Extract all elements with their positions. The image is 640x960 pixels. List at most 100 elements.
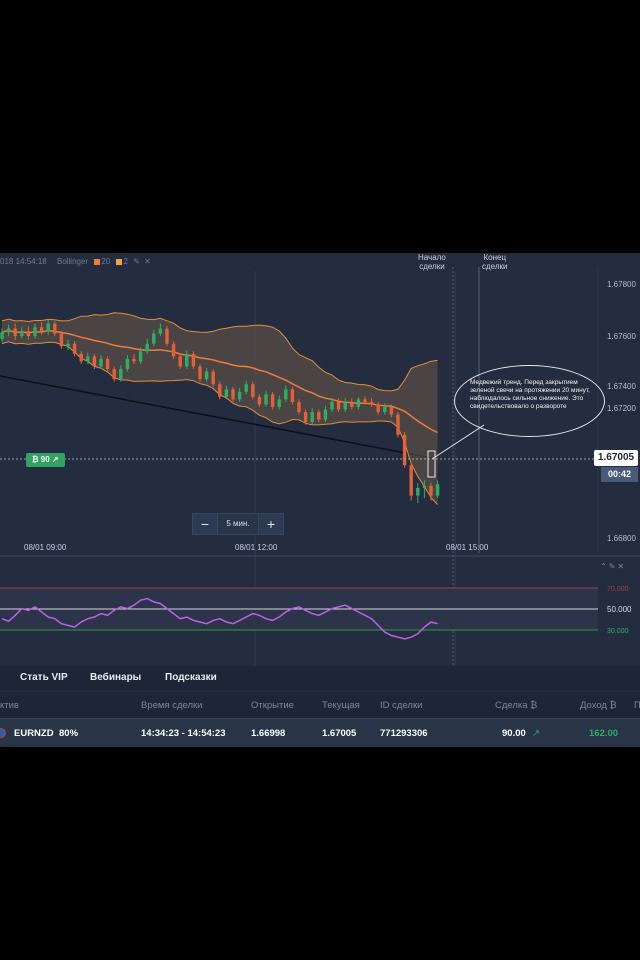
candle <box>165 326 169 347</box>
chevron-up-icon[interactable]: ⌃ <box>600 562 609 571</box>
candle-body <box>105 358 110 370</box>
bottom-tabs: Стать VIP Вебинары Подсказки <box>0 666 640 690</box>
candle-body <box>112 369 116 380</box>
candle-body <box>290 389 295 402</box>
y-tick: 1.67800 <box>607 280 636 289</box>
candle <box>409 462 413 501</box>
tab-vip[interactable]: Стать VIP <box>20 672 68 683</box>
candle-body <box>6 328 11 333</box>
candle-body <box>92 356 97 367</box>
candle-body <box>185 353 189 367</box>
candle-body <box>356 399 361 407</box>
candle <box>251 381 255 400</box>
trades-table-header: ктив Время сделки Открытие Текущая ID сд… <box>0 692 640 718</box>
candle-body <box>26 331 31 337</box>
candle-body <box>66 343 70 347</box>
rsi-lower-label: 30.000 <box>607 628 629 635</box>
candle-body <box>39 327 44 332</box>
table-row[interactable]: EURNZD 80% 14:34:23 - 14:54:23 1.66998 1… <box>0 718 640 747</box>
timeframe-value[interactable]: 5 мин. <box>218 513 258 535</box>
expiry-timer: 00:42 <box>601 467 638 482</box>
candle-body <box>277 399 281 407</box>
candle-body <box>165 328 169 344</box>
candle-body <box>119 369 123 380</box>
candle-body <box>99 358 103 367</box>
candle-body <box>376 404 380 413</box>
row-id: 771293306 <box>380 728 428 739</box>
indicator-period: 20 <box>101 257 111 266</box>
candle <box>270 391 275 410</box>
candle-body <box>152 333 156 344</box>
candle-body <box>138 351 143 362</box>
candle-body <box>125 358 130 370</box>
tab-hints[interactable]: Подсказки <box>165 672 217 683</box>
indicator-name[interactable]: Bollinger <box>57 257 88 266</box>
col-time: Время сделки <box>141 700 203 711</box>
x-tick: 08/01 12:00 <box>235 543 278 552</box>
candle <box>198 363 202 382</box>
candle-body <box>178 356 182 367</box>
candle-body <box>218 384 222 397</box>
candle-body <box>257 396 262 405</box>
y-tick: 1.67200 <box>607 404 636 413</box>
candle <box>171 341 176 359</box>
candle-body <box>363 399 367 402</box>
candle-body <box>53 323 57 334</box>
rsi-mid-label: 50.000 <box>607 605 632 614</box>
deviation-color-swatch <box>116 258 123 265</box>
candle-body <box>383 406 387 413</box>
candle-body <box>13 328 17 337</box>
candle-body <box>310 412 314 423</box>
col-asset: ктив <box>0 700 19 711</box>
candle-body <box>132 358 136 362</box>
col-current: Текущая <box>322 700 360 711</box>
candle <box>290 386 295 405</box>
candle-body <box>369 401 374 405</box>
row-asset: EURNZD <box>14 728 54 739</box>
candle-body <box>224 389 229 397</box>
candle-body <box>422 485 427 488</box>
candle-body <box>416 487 420 496</box>
row-income: 162.00 <box>589 728 619 739</box>
candle-body <box>270 394 275 407</box>
candle <box>191 351 196 370</box>
trade-start-label: Начало сделки <box>418 253 446 271</box>
close-icon[interactable]: ✕ <box>144 257 151 266</box>
col-open: Открытие <box>251 700 294 711</box>
candle-body <box>0 332 4 340</box>
candle-body <box>435 484 440 496</box>
row-payout: 80% <box>59 728 79 739</box>
candle <box>211 369 215 387</box>
row-current: 1.67005 <box>322 728 357 739</box>
timeframe-plus-button[interactable]: + <box>258 513 284 535</box>
candle-body <box>409 465 413 496</box>
candle-body <box>79 353 83 362</box>
candle <box>402 432 407 468</box>
candle-body <box>251 384 255 397</box>
candle <box>59 331 64 349</box>
chart-datetime: 018 14:54:18 <box>0 257 47 266</box>
candle-body <box>198 366 202 380</box>
candle-body <box>350 401 354 407</box>
candle-body <box>72 343 77 354</box>
trade-end-label: Конец сделки <box>482 253 508 271</box>
candle-body <box>396 414 400 435</box>
candle-body <box>86 356 90 362</box>
tab-webinars[interactable]: Вебинары <box>90 672 141 683</box>
candle-body <box>297 401 301 413</box>
candle-body <box>231 389 235 400</box>
bet-badge[interactable]: ₿ 90 ↗ <box>26 453 65 467</box>
col-extra: П <box>634 700 640 711</box>
close-icon[interactable]: ✕ <box>617 562 626 571</box>
timeframe-minus-button[interactable]: − <box>192 513 218 535</box>
pencil-icon[interactable]: ✎ <box>133 257 140 266</box>
col-income: Доход ₿ <box>580 700 617 711</box>
candle-body <box>191 353 196 367</box>
candle <box>218 381 222 400</box>
period-color-swatch <box>94 258 101 265</box>
candle-body <box>336 401 341 410</box>
x-tick: 08/01 15:00 <box>446 543 489 552</box>
current-price-tag: 1.67005 <box>594 450 638 466</box>
y-tick: 1.67600 <box>607 332 636 341</box>
price-chart[interactable]: 1.67800 1.67600 1.67400 1.67200 1.66800 … <box>0 253 640 666</box>
